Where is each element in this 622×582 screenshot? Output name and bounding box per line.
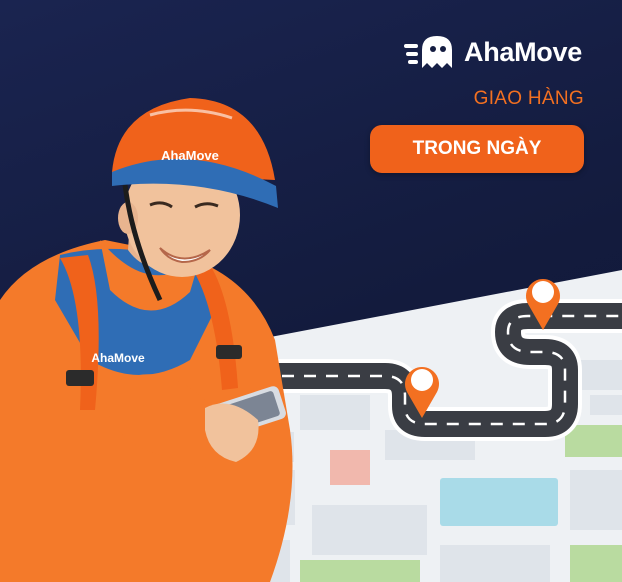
brand-name: AhaMove (464, 36, 582, 67)
promo-banner: AhaMove AhaMove AhaMove GIAO HÀNG TRONG … (0, 0, 622, 582)
helmet-logo-text: AhaMove (161, 148, 219, 163)
same-day-cta-button[interactable]: TRONG NGÀY (370, 125, 584, 173)
tagline: GIAO HÀNG (473, 88, 584, 109)
ahamove-ghost-logo-icon (404, 36, 452, 68)
jacket-logo-text: AhaMove (91, 351, 145, 365)
brand-logo: AhaMove (404, 34, 582, 70)
